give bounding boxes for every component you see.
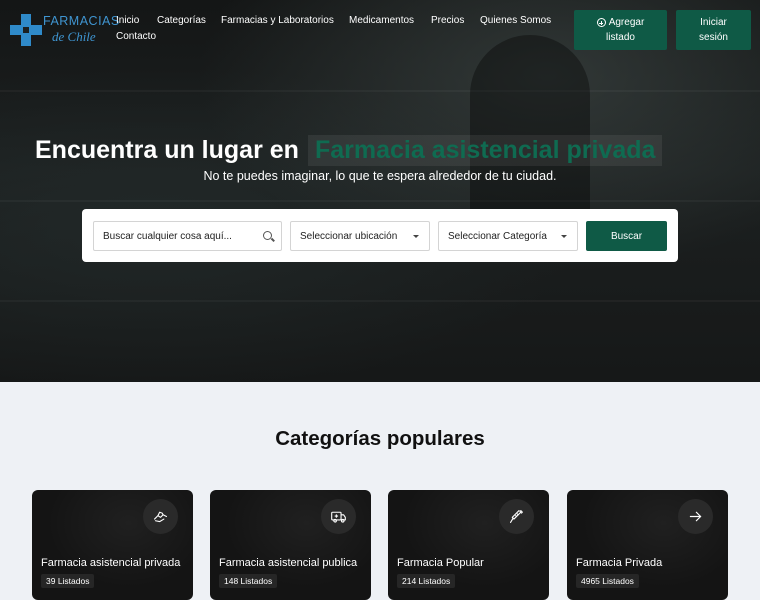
nav-item-quienes-somos[interactable]: Quienes Somos — [480, 15, 551, 26]
hero-section: FARMACIAS de Chile Inicio Categorías Far… — [0, 0, 760, 382]
category-select[interactable]: Seleccionar Categoría — [438, 221, 578, 251]
ambulance-icon — [321, 499, 356, 534]
site-logo[interactable]: FARMACIAS de Chile — [10, 12, 119, 48]
add-listing-label-1: Agregar — [608, 17, 645, 28]
location-select[interactable]: Seleccionar ubicación — [290, 221, 430, 251]
category-name: Farmacia Privada — [576, 557, 663, 569]
hero-title: Encuentra un lugar en Farmacia asistenci… — [35, 134, 663, 166]
medical-cross-icon — [10, 14, 42, 46]
category-count-badge: 39 Listados — [41, 574, 95, 588]
search-button[interactable]: Buscar — [586, 221, 667, 251]
login-label-1: Iniciar — [700, 17, 727, 28]
nav-item-precios[interactable]: Precios — [431, 15, 464, 26]
hero-title-highlight: Farmacia asistencial privada — [307, 134, 663, 166]
search-input[interactable] — [103, 230, 253, 242]
add-listing-label-2: listado — [606, 32, 635, 43]
logo-text-primary: FARMACIAS — [43, 14, 120, 28]
nav-item-farmacias-laboratorios[interactable]: Farmacias y Laboratorios — [221, 15, 334, 26]
background-shelf — [0, 90, 760, 92]
category-name: Farmacia asistencial publica — [219, 557, 358, 569]
nav-item-categorias[interactable]: Categorías — [157, 15, 206, 26]
category-count-badge: 4965 Listados — [576, 574, 639, 588]
section-title: Categorías populares — [275, 427, 485, 450]
nav-item-medicamentos[interactable]: Medicamentos — [349, 15, 414, 26]
logo-text-secondary: de Chile — [52, 29, 96, 44]
hands-heart-icon — [143, 499, 178, 534]
plus-circle-icon — [596, 18, 606, 27]
search-field[interactable] — [93, 221, 282, 251]
syringe-icon — [499, 499, 534, 534]
category-select-label: Seleccionar Categoría — [448, 230, 547, 242]
category-card[interactable]: Farmacia Popular 214 Listados — [388, 490, 549, 600]
location-select-label: Seleccionar ubicación — [300, 230, 398, 242]
category-card[interactable]: Farmacia asistencial publica 148 Listado… — [210, 490, 371, 600]
category-name: Farmacia asistencial privada — [41, 557, 181, 569]
category-card[interactable]: Farmacia asistencial privada 39 Listados — [32, 490, 193, 600]
login-label-2: sesión — [699, 32, 728, 43]
background-shelf — [0, 300, 760, 302]
add-listing-button[interactable]: Agregar listado — [574, 10, 667, 50]
nav-item-inicio[interactable]: Inicio — [116, 15, 139, 26]
background-shelf — [0, 200, 760, 202]
hero-subtitle: No te puedes imaginar, lo que te espera … — [203, 169, 557, 183]
category-count-badge: 148 Listados — [219, 574, 278, 588]
arrow-right-icon — [678, 499, 713, 534]
search-icon[interactable] — [263, 231, 272, 240]
chevron-down-icon — [561, 235, 567, 238]
hero-title-static: Encuentra un lugar en — [35, 135, 299, 164]
chevron-down-icon — [413, 235, 419, 238]
login-button[interactable]: Iniciar sesión — [676, 10, 751, 50]
category-count-badge: 214 Listados — [397, 574, 456, 588]
category-card[interactable]: Farmacia Privada 4965 Listados — [567, 490, 728, 600]
search-panel: Seleccionar ubicación Seleccionar Catego… — [82, 209, 678, 262]
nav-item-contacto[interactable]: Contacto — [116, 31, 156, 42]
category-name: Farmacia Popular — [397, 557, 484, 569]
